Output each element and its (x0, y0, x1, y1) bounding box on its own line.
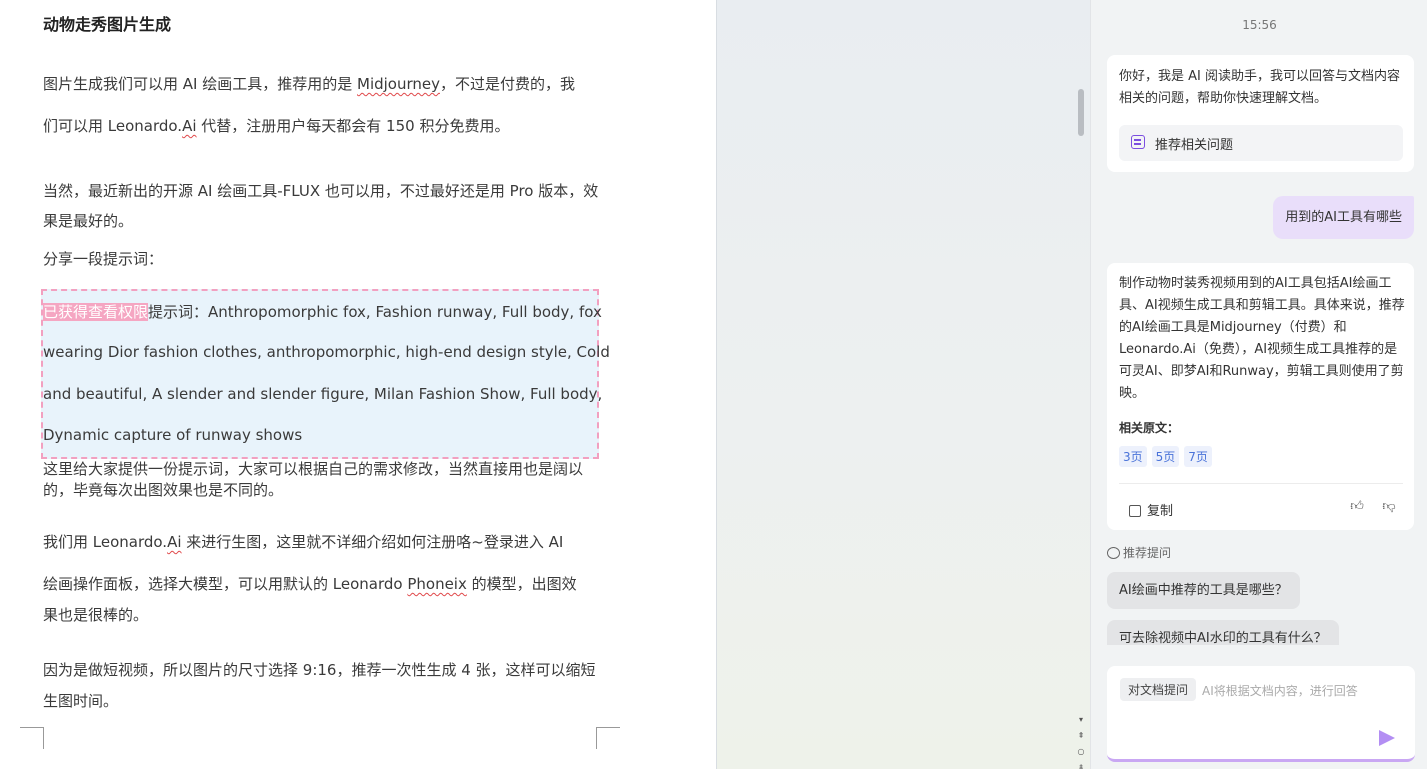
timestamp: 15:56 (1242, 18, 1277, 32)
thumbs-up-icon[interactable]: 👍︎ (1350, 500, 1364, 514)
permission-badge[interactable]: 已获得查看权限 (43, 303, 149, 321)
paragraph-7-cont: 果也是很棒的。 (43, 606, 149, 624)
prompt-line-3: and beautiful, A slender and slender fig… (43, 385, 603, 403)
paragraph-4: 分享一段提示词： (43, 250, 164, 268)
send-icon[interactable] (1379, 730, 1395, 746)
copy-button[interactable]: 复制 (1129, 500, 1173, 519)
next-page-icon[interactable]: ⇟ (1076, 760, 1086, 769)
related-pages: 3页 5页 7页 (1119, 446, 1212, 467)
welcome-text: 你好，我是 AI 阅读助手，我可以回答与文档内容相关的问题，帮助你快速理解文档。 (1119, 69, 1400, 106)
paragraph-1: 图片生成我们可以用 AI 绘画工具，推荐用的是 Midjourney，不过是付费… (43, 75, 576, 93)
chat-bubble-icon (1107, 547, 1120, 559)
welcome-card: 你好，我是 AI 阅读助手，我可以回答与文档内容相关的问题，帮助你快速理解文档。… (1107, 55, 1414, 172)
prompt-line-4: Dynamic capture of runway shows (43, 426, 303, 444)
spellcheck-word: Phoneix (407, 575, 467, 593)
user-message: 用到的AI工具有哪些 (1273, 196, 1414, 239)
chevron-down-icon[interactable]: ▾ (1076, 712, 1086, 728)
suggestion-chip[interactable]: 可去除视频中AI水印的工具有什么？ (1107, 620, 1339, 645)
paragraph-7: 绘画操作面板，选择大模型，可以用默认的 Leonardo Phoneix 的模型… (43, 575, 577, 593)
document-page: 动物走秀图片生成 图片生成我们可以用 AI 绘画工具，推荐用的是 Midjour… (0, 0, 716, 769)
prev-page-icon[interactable]: ⇞ (1076, 728, 1086, 744)
answer-card: 制作动物时装秀视频用到的AI工具包括AI绘画工具、AI视频生成工具和剪辑工具。具… (1107, 263, 1414, 530)
suggested-questions-label: 推荐提问 (1107, 544, 1171, 561)
paragraph-5: 这里给大家提供一份提示词，大家可以根据自己的需求修改，当然直接用也是阔以的，毕竟… (43, 460, 584, 499)
recommend-questions-button[interactable]: 推荐相关问题 (1119, 125, 1403, 161)
question-input[interactable]: AI将根据文档内容，进行回答 (1202, 682, 1358, 699)
spellcheck-word: Midjourney (357, 75, 440, 93)
paragraph-2: 们可以用 Leonardo.Ai 代替，注册用户每天都会有 150 积分免费用。 (43, 117, 510, 135)
paragraph-3: 当然，最近新出的开源 AI 绘画工具-FLUX 也可以用，不过最好还是用 Pro… (43, 182, 599, 230)
paragraph-6: 我们用 Leonardo.Ai 来进行生图，这里就不详细介绍如何注册咯~登录进入… (43, 533, 564, 551)
page-corner-mark (20, 727, 44, 749)
suggestion-chip[interactable]: AI绘画中推荐的工具是哪些？ (1107, 572, 1300, 609)
prompt-line-2: wearing Dior fashion clothes, anthropomo… (43, 343, 610, 361)
workspace-background: ▾ ⇞ ○ ⇟ (716, 0, 1090, 769)
copy-icon (1129, 505, 1141, 517)
page-corner-mark (596, 727, 620, 749)
divider (1119, 483, 1403, 484)
paragraph-8: 因为是做短视频，所以图片的尺寸选择 9:16，推荐一次性生成 4 张，这样可以缩… (43, 661, 596, 710)
page-link[interactable]: 3页 (1119, 446, 1147, 467)
scrollbar-thumb[interactable] (1078, 89, 1084, 136)
page-title: 动物走秀图片生成 (43, 15, 172, 34)
page-nav-buttons: ▾ ⇞ ○ ⇟ (1076, 712, 1086, 769)
page-link[interactable]: 7页 (1184, 446, 1212, 467)
select-page-icon[interactable]: ○ (1076, 744, 1086, 760)
prompt-line-1: 已获得查看权限提示词：Anthropomorphic fox, Fashion … (43, 303, 602, 321)
ai-assistant-panel: 15:56 你好，我是 AI 阅读助手，我可以回答与文档内容相关的问题，帮助你快… (1090, 0, 1427, 769)
page-link[interactable]: 5页 (1151, 446, 1180, 467)
spellcheck-word: Ai (167, 533, 182, 551)
ask-document-tag[interactable]: 对文档提问 (1120, 678, 1197, 701)
question-input-box[interactable]: 对文档提问 AI将根据文档内容，进行回答 (1107, 666, 1415, 762)
message-icon (1131, 135, 1145, 149)
spellcheck-word: Ai (182, 117, 197, 135)
thumbs-down-icon[interactable]: 👎︎ (1382, 500, 1396, 514)
related-source-label: 相关原文： (1119, 421, 1180, 435)
answer-text: 制作动物时装秀视频用到的AI工具包括AI绘画工具、AI视频生成工具和剪辑工具。具… (1119, 276, 1405, 401)
